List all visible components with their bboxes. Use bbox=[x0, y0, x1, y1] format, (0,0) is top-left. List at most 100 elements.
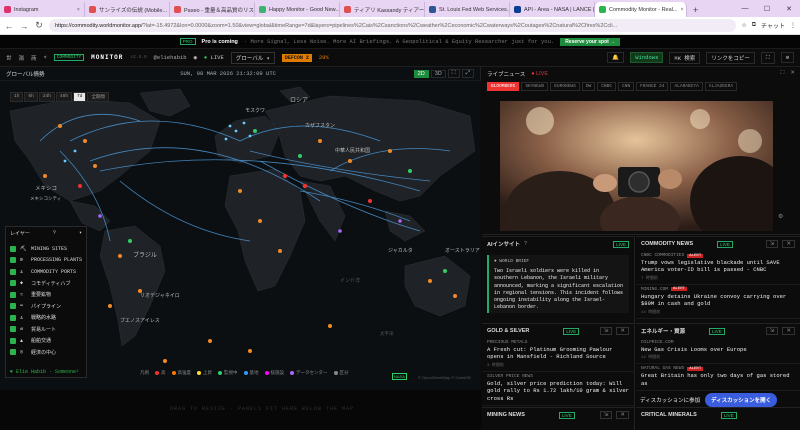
view-2d-button[interactable]: 2D bbox=[413, 69, 429, 78]
close-icon[interactable]: ✕ bbox=[616, 327, 629, 335]
fullscreen-icon[interactable]: ⛶ bbox=[760, 51, 775, 64]
tab-close-icon[interactable]: × bbox=[680, 7, 683, 13]
news-headline[interactable]: New Gas Crisis Looms over Europe bbox=[641, 346, 795, 353]
checkbox-icon[interactable] bbox=[10, 257, 16, 264]
time-all[interactable]: 全期間 bbox=[87, 92, 109, 102]
close-icon[interactable]: ✕ bbox=[778, 0, 800, 17]
checkbox-icon[interactable] bbox=[10, 314, 16, 321]
news-item[interactable]: MINING.COM ALERT Hungary detains Ukraine … bbox=[636, 285, 800, 319]
news-headline[interactable]: Great Britain has only two days of gas s… bbox=[641, 372, 795, 387]
region-select[interactable]: グローバル ▾ bbox=[230, 51, 275, 64]
layers-collapse-icon[interactable]: ▾ bbox=[79, 230, 82, 237]
minimize-icon[interactable]: — bbox=[734, 0, 756, 17]
browser-tab[interactable]: Paseo - 重量＆高品質のリス...× bbox=[170, 2, 255, 17]
close-icon[interactable]: ✕ bbox=[616, 411, 629, 419]
browser-tab[interactable]: St. Louis Fed Web Services...× bbox=[425, 2, 510, 17]
channel-tab[interactable]: CNN bbox=[618, 82, 635, 91]
time-7d[interactable]: 7d bbox=[73, 92, 87, 102]
channel-tab[interactable]: ALJAZEERA bbox=[704, 82, 738, 91]
open-discussion-button[interactable]: ディスカッションを開く bbox=[705, 393, 778, 407]
news-headline[interactable]: Hungary detains Ukraine convoy carrying … bbox=[641, 293, 795, 308]
user-handle[interactable]: @eliehabib bbox=[154, 54, 187, 61]
new-tab-button[interactable]: + bbox=[687, 2, 704, 17]
layer-toggle[interactable]: ◎ 経済の中心 bbox=[10, 347, 82, 359]
ai-insight-help-icon[interactable]: ? bbox=[524, 241, 527, 247]
close-icon[interactable]: ✕ bbox=[782, 240, 795, 248]
layer-toggle[interactable]: ≈ 重要鉱物 bbox=[10, 289, 82, 301]
url-field[interactable]: https://commodity.worldmonitor.app/?lat=… bbox=[49, 19, 737, 32]
time-6h[interactable]: 6h bbox=[24, 92, 38, 102]
reload-icon[interactable]: ↻ bbox=[34, 20, 44, 31]
news-headline[interactable]: A Fresh cut: Platinum Grooming Pawlour o… bbox=[487, 346, 629, 361]
menu-icon[interactable]: ⋮ bbox=[790, 22, 796, 29]
live-video[interactable] bbox=[500, 101, 773, 231]
time-24h[interactable]: 24h bbox=[38, 92, 55, 102]
tab-close-icon[interactable]: × bbox=[77, 7, 80, 13]
layer-toggle[interactable]: ◆ コモディティハブ bbox=[10, 278, 82, 290]
checkbox-icon[interactable] bbox=[10, 280, 16, 287]
close-icon[interactable]: ✕ bbox=[782, 327, 795, 335]
windows-button[interactable]: Windows bbox=[630, 52, 664, 63]
checkbox-icon[interactable] bbox=[10, 303, 16, 310]
browser-tab[interactable]: Commodity Monitor - Real... × bbox=[595, 2, 687, 17]
github-icon[interactable]: ◉ bbox=[194, 54, 197, 61]
checkbox-icon[interactable] bbox=[10, 326, 16, 333]
commodity-badge[interactable]: COMMODITY bbox=[53, 54, 85, 61]
channel-tab[interactable]: SKYNEWS bbox=[521, 82, 549, 91]
variant-happy[interactable]: ☀ bbox=[44, 54, 47, 61]
browser-tab[interactable]: API - Area - NASA | LANCE |...× bbox=[510, 2, 595, 17]
news-item[interactable]: SILVER PRICE NEWS Gold, silver price pre… bbox=[482, 372, 634, 407]
expand-icon[interactable]: ⛶ bbox=[781, 70, 785, 77]
view-3d-button[interactable]: 3D bbox=[430, 69, 446, 78]
layer-toggle[interactable]: ⇄ 貿易ルート bbox=[10, 324, 82, 336]
checkbox-icon[interactable] bbox=[10, 349, 16, 356]
video-settings-icon[interactable]: ⚙ bbox=[778, 213, 783, 220]
forward-icon[interactable]: → bbox=[19, 21, 29, 31]
channel-tab[interactable]: DW bbox=[581, 82, 596, 91]
close-icon[interactable]: ✕ bbox=[790, 70, 795, 77]
extension-icon[interactable]: ⧉ bbox=[752, 22, 756, 29]
layer-toggle[interactable]: ⚓ COMMODITY PORTS bbox=[10, 266, 82, 278]
variant-finance[interactable]: 商 bbox=[31, 54, 37, 62]
layer-toggle[interactable]: ⛏ MINING SITES bbox=[10, 243, 82, 255]
expand-icon[interactable]: ⇲ bbox=[765, 240, 779, 248]
time-1h[interactable]: 1h bbox=[10, 92, 24, 102]
maximize-icon[interactable]: ☐ bbox=[756, 0, 778, 17]
layers-footer[interactable]: ♥ Elie Habib · Someone² bbox=[10, 369, 79, 375]
news-headline[interactable]: Gold, silver price prediction today: Wil… bbox=[487, 380, 629, 402]
news-item[interactable]: CNBC COMMODITIES ALERT Trump vows legisla… bbox=[636, 251, 800, 285]
profile-chat[interactable]: チャット bbox=[761, 21, 785, 30]
layer-toggle[interactable]: ⚙ PROCESSING PLANTS bbox=[10, 255, 82, 267]
layer-toggle[interactable]: ═ パイプライン bbox=[10, 301, 82, 313]
layer-toggle[interactable]: ⚓ 戦略的水路 bbox=[10, 312, 82, 324]
browser-tab[interactable]: Instagram × bbox=[0, 2, 85, 17]
expand-icon[interactable]: ⇲ bbox=[599, 411, 613, 419]
variant-tech[interactable]: 湯 bbox=[19, 54, 25, 62]
news-headline[interactable]: Trump vows legislative blackade until SA… bbox=[641, 259, 795, 274]
time-48h[interactable]: 48h bbox=[55, 92, 73, 102]
layer-toggle[interactable]: ▲ 船舶交通 bbox=[10, 335, 82, 347]
map-fullscreen-icon[interactable]: ⛶ bbox=[447, 69, 460, 78]
channel-tab[interactable]: FRANCE 24 bbox=[636, 82, 669, 91]
defcon-badge[interactable]: DEFCON 2 bbox=[281, 53, 312, 62]
expand-icon[interactable]: ⇲ bbox=[765, 327, 779, 335]
channel-tab[interactable]: EURONEWS bbox=[550, 82, 580, 91]
news-item[interactable]: PRECIOUS METALS A Fresh cut: Platinum Gr… bbox=[482, 338, 634, 372]
channel-tab[interactable]: CNBC bbox=[597, 82, 617, 91]
news-item[interactable]: NATURAL GAS NEWS ALERT Great Britain has … bbox=[636, 364, 800, 392]
copy-link-button[interactable]: リンクをコピー bbox=[706, 51, 755, 64]
checkbox-icon[interactable] bbox=[10, 245, 16, 252]
search-button[interactable]: ⌘K 検索 bbox=[669, 51, 701, 64]
map-expand-icon[interactable]: ⤢ bbox=[461, 69, 474, 78]
back-icon[interactable]: ← bbox=[4, 21, 14, 31]
checkbox-icon[interactable] bbox=[10, 268, 16, 275]
reserve-button[interactable]: Reserve your spot → bbox=[560, 37, 621, 46]
checkbox-icon[interactable] bbox=[10, 337, 16, 344]
browser-tab[interactable]: Happy Monitor - Good New...× bbox=[255, 2, 340, 17]
settings-icon[interactable]: ⚙ bbox=[780, 52, 794, 63]
browser-tab[interactable]: サンライズの伝説 (Mobile...× bbox=[85, 2, 170, 17]
channel-tab[interactable]: BLOOMBERG bbox=[487, 82, 520, 91]
expand-icon[interactable]: ⇲ bbox=[599, 327, 613, 335]
layers-help-icon[interactable]: ? bbox=[53, 230, 56, 237]
variant-world[interactable]: 世 bbox=[6, 54, 12, 62]
